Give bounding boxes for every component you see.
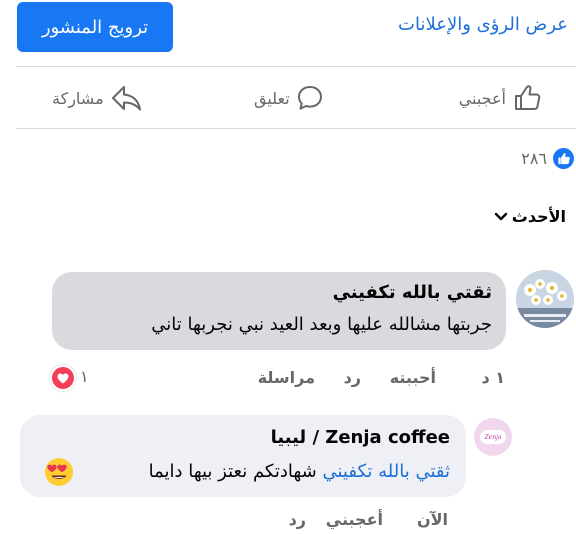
share-arrow-icon [110, 83, 142, 113]
mention-link[interactable]: ثقتي بالله تكفيني [322, 461, 450, 482]
avatar[interactable]: Zenja [474, 418, 512, 456]
reaction-count: ٢٨٦ [521, 149, 547, 168]
view-insights-link[interactable]: عرض الرؤى والإعلانات [398, 14, 568, 35]
share-label: مشاركة [52, 88, 104, 108]
chevron-down-icon [494, 207, 508, 226]
comment-body: شهادتكم نعتز بيها دايما [148, 461, 317, 482]
comment-button[interactable]: تعليق [254, 80, 324, 116]
comment-text: ثقتي بالله تكفيني شهادتكم نعتز بيها دايم… [149, 461, 450, 482]
sort-label: الأحدث [511, 207, 566, 226]
reply-button[interactable]: رد [344, 368, 361, 387]
comment-bubble: ثقتي بالله تكفيني جربتها مشالله عليها وب… [52, 272, 506, 350]
promote-post-button[interactable]: ترويج المنشور [17, 2, 173, 52]
comment-bubble: Zenja coffee / ليبيا ثقتي بالله تكفيني ش… [20, 415, 466, 497]
reaction-count[interactable]: ١ [80, 367, 89, 386]
divider [16, 128, 576, 129]
comment-text: جربتها مشالله عليها وبعد العيد نبي نجربه… [151, 314, 492, 335]
sort-comments-dropdown[interactable]: الأحدث [494, 207, 566, 226]
like-icon [553, 148, 574, 169]
brand-logo: Zenja [480, 430, 506, 444]
share-button[interactable]: مشاركة [52, 80, 142, 116]
heart-eyes-emoji [45, 458, 73, 486]
like-label: أعجبني [458, 88, 506, 108]
like-comment-button[interactable]: أعجبني [326, 510, 383, 529]
message-button[interactable]: مراسلة [258, 368, 315, 387]
love-reaction-button[interactable]: أحببته [390, 368, 436, 387]
comment-label: تعليق [254, 88, 290, 108]
comment-author[interactable]: ثقتي بالله تكفيني [333, 282, 492, 303]
comment-author[interactable]: Zenja coffee / ليبيا [271, 427, 450, 448]
avatar[interactable] [516, 270, 574, 328]
heart-icon [50, 365, 76, 391]
comment-bubble-icon [296, 84, 324, 112]
divider [16, 66, 576, 67]
comment-time[interactable]: ١ د [481, 368, 505, 387]
thumbs-up-icon [512, 83, 542, 113]
like-button[interactable]: أعجبني [459, 80, 542, 116]
reaction-summary[interactable]: ٢٨٦ [521, 148, 574, 169]
comment-time[interactable]: الآن [417, 510, 448, 529]
reply-button[interactable]: رد [289, 510, 306, 529]
